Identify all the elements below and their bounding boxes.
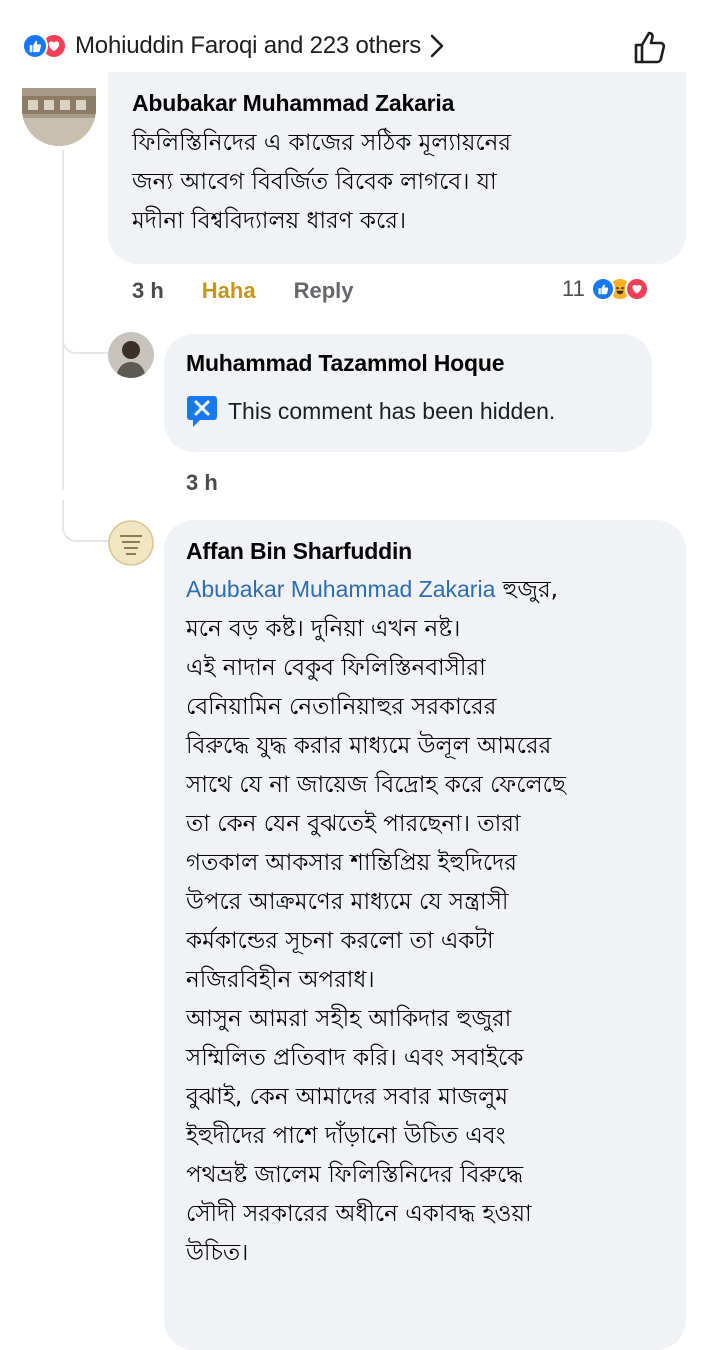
avatar[interactable] <box>22 88 96 146</box>
comment-time[interactable]: 3 h <box>186 470 218 496</box>
comment-bubble: Abubakar Muhammad Zakaria ফিলিস্তিনিদের … <box>108 72 686 264</box>
comment-author[interactable]: Muhammad Tazammol Hoque <box>186 350 504 377</box>
thread-line <box>62 150 64 490</box>
like-reaction-icon <box>590 277 615 301</box>
like-button[interactable] <box>630 27 670 72</box>
comment-time[interactable]: 3 h <box>132 278 164 304</box>
thumbs-up-icon <box>634 31 666 64</box>
avatar[interactable] <box>108 332 154 378</box>
love-reaction-icon <box>624 277 649 301</box>
reply-button[interactable]: Reply <box>294 278 354 304</box>
comment-author[interactable]: Affan Bin Sharfuddin <box>186 538 412 565</box>
comment-actions: 3 h <box>186 470 218 496</box>
chevron-right-icon <box>430 34 444 58</box>
reactions-summary[interactable]: Mohiuddin Faroqi and 223 others <box>22 30 445 62</box>
avatar[interactable] <box>108 520 154 566</box>
thread-branch <box>62 500 110 542</box>
reactions-summary-text: Mohiuddin Faroqi and 223 others <box>75 32 422 59</box>
hidden-comment-text: This comment has been hidden. <box>228 397 556 424</box>
hidden-comment-icon <box>187 396 217 427</box>
comment-reactions[interactable]: 11 <box>562 276 649 302</box>
thread-branch <box>62 330 110 354</box>
comment-bubble: Muhammad Tazammol Hoque This comment has… <box>164 334 652 452</box>
mention-link[interactable]: Abubakar Muhammad Zakaria <box>186 576 495 602</box>
comment-author[interactable]: Abubakar Muhammad Zakaria <box>132 90 454 117</box>
like-reaction-icon <box>22 33 48 59</box>
comment-text: Abubakar Muhammad Zakaria হুজুর, মনে বড়… <box>186 570 686 1273</box>
reaction-count: 11 <box>562 276 585 301</box>
comment-bubble: Affan Bin Sharfuddin Abubakar Muhammad Z… <box>164 520 686 1350</box>
comment-first-line: Abubakar Muhammad Zakaria হুজুর, <box>186 576 558 603</box>
haha-reaction-button[interactable]: Haha <box>202 278 256 304</box>
comment-text: ফিলিস্তিনিদের এ কাজের সঠিক মূল্যায়নের জ… <box>132 130 512 234</box>
hidden-comment-notice: This comment has been hidden. <box>186 394 555 428</box>
